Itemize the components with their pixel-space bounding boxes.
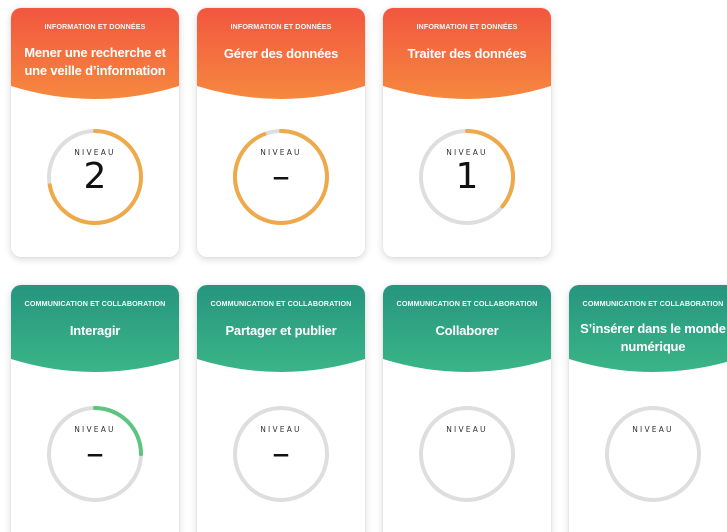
ring-track	[419, 406, 515, 502]
level-ring: NIVEAU 2	[45, 127, 145, 227]
level-value: 2	[83, 156, 107, 197]
card-header: INFORMATION ET DONNÉES Gérer des données	[197, 8, 365, 100]
level-label: NIVEAU	[446, 425, 488, 434]
card-category: COMMUNICATION ET COLLABORATION	[24, 299, 166, 308]
level-ring: NIVEAU –	[45, 404, 145, 504]
card-category: COMMUNICATION ET COLLABORATION	[210, 299, 352, 308]
card-category: INFORMATION ET DONNÉES	[416, 22, 518, 31]
card-category: INFORMATION ET DONNÉES	[230, 22, 332, 31]
level-value: 1	[455, 156, 479, 197]
level-value: –	[272, 156, 290, 197]
level-ring: NIVEAU	[417, 404, 517, 504]
level-ring-graphic	[605, 406, 701, 502]
card-header: INFORMATION ET DONNÉES Traiter des donné…	[383, 8, 551, 100]
ring-track	[605, 406, 701, 502]
card-title: Traiter des données	[407, 46, 527, 61]
competence-card-inserer-monde-numerique[interactable]: COMMUNICATION ET COLLABORATION S’insérer…	[569, 285, 727, 532]
competence-card-gerer-donnees[interactable]: INFORMATION ET DONNÉES Gérer des données…	[197, 8, 365, 257]
card-header: INFORMATION ET DONNÉES Mener une recherc…	[11, 8, 179, 100]
level-ring: NIVEAU 1	[417, 127, 517, 227]
competence-grid: INFORMATION ET DONNÉES Mener une recherc…	[0, 0, 727, 532]
card-category: INFORMATION ET DONNÉES	[44, 22, 146, 31]
card-title: Gérer des données	[223, 46, 339, 61]
level-ring: NIVEAU –	[231, 404, 331, 504]
level-value: –	[86, 433, 104, 474]
level-value: –	[272, 433, 290, 474]
card-header: COMMUNICATION ET COLLABORATION Interagir	[11, 285, 179, 377]
level-ring-graphic	[419, 406, 515, 502]
competence-card-traiter-donnees[interactable]: INFORMATION ET DONNÉES Traiter des donné…	[383, 8, 551, 257]
competence-card-partager-publier[interactable]: COMMUNICATION ET COLLABORATION Partager …	[197, 285, 365, 532]
card-header: COMMUNICATION ET COLLABORATION S’insérer…	[569, 285, 727, 377]
card-category: COMMUNICATION ET COLLABORATION	[396, 299, 538, 308]
card-header: COMMUNICATION ET COLLABORATION Partager …	[197, 285, 365, 377]
card-title: Mener une recherche et une veille d’info…	[24, 45, 166, 78]
card-title: Partager et publier	[225, 323, 337, 338]
competence-card-collaborer[interactable]: COMMUNICATION ET COLLABORATION Collabore…	[383, 285, 551, 532]
card-title: Collaborer	[435, 323, 499, 338]
card-title: Interagir	[69, 323, 121, 338]
competence-card-recherche-veille[interactable]: INFORMATION ET DONNÉES Mener une recherc…	[11, 8, 179, 257]
competence-card-interagir[interactable]: COMMUNICATION ET COLLABORATION Interagir…	[11, 285, 179, 532]
level-label: NIVEAU	[632, 425, 674, 434]
level-ring: NIVEAU –	[231, 127, 331, 227]
card-category: COMMUNICATION ET COLLABORATION	[582, 299, 724, 308]
card-title: S’insérer dans le monde numérique	[580, 321, 726, 354]
level-ring: NIVEAU	[603, 404, 703, 504]
card-header: COMMUNICATION ET COLLABORATION Collabore…	[383, 285, 551, 377]
